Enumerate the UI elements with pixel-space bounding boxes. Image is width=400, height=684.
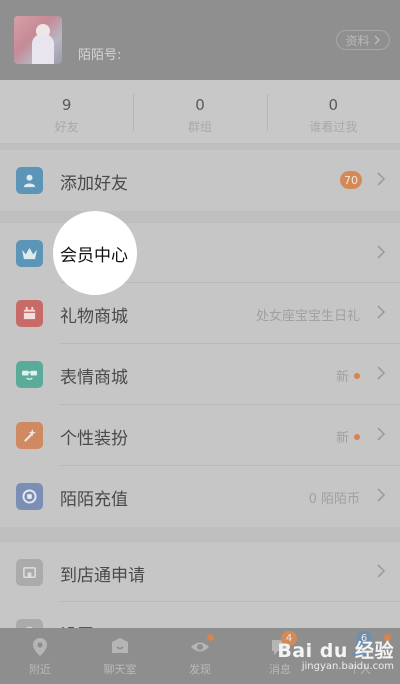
- tab-discover[interactable]: 发现: [160, 628, 240, 684]
- menu-item-add-friend[interactable]: 添加好友 70: [0, 150, 400, 211]
- menu-item-store-apply[interactable]: 到店通申请: [0, 541, 400, 602]
- menu-item-personal-style[interactable]: 个性装扮 新: [0, 405, 400, 466]
- gift-calendar-icon: [16, 300, 43, 327]
- stat-groups[interactable]: 0 群组: [133, 80, 266, 143]
- menu-item-sticker-mall[interactable]: 表情商城 新: [0, 344, 400, 405]
- stat-value: 0: [328, 96, 339, 114]
- menu-label: 到店通申请: [60, 566, 145, 586]
- new-dot: [354, 433, 360, 440]
- watermark-brand: Bai du 经验: [277, 640, 394, 662]
- chevron-right-icon: [377, 488, 386, 502]
- chevron-right-icon: [377, 245, 386, 259]
- menu-label: 礼物商城: [60, 307, 128, 327]
- menu-item-gift-mall[interactable]: 礼物商城 处女座宝宝生日礼: [0, 283, 400, 344]
- new-tag: 新: [335, 431, 349, 446]
- menu-subtext: 处女座宝宝生日礼: [256, 305, 360, 324]
- stat-value: 9: [61, 96, 72, 114]
- chevron-right-icon: [377, 366, 386, 380]
- menu-subtext: 0 陌陌币: [309, 488, 360, 507]
- chevron-right-icon: [377, 564, 386, 578]
- menu-item-recharge[interactable]: 陌陌充值 0 陌陌币: [0, 466, 400, 527]
- chevron-right-icon: [377, 427, 386, 441]
- profile-header[interactable]: 陌陌号: 资料: [0, 0, 400, 80]
- tab-label: 附近: [29, 663, 51, 676]
- avatar[interactable]: [14, 16, 62, 64]
- stat-visitors[interactable]: 0 谁看过我: [266, 80, 400, 143]
- baidu-watermark: Bai du 经验 jingyan.baidu.com: [277, 636, 394, 672]
- tab-label: 发现: [189, 663, 211, 676]
- tab-label: 聊天室: [103, 663, 137, 676]
- profile-button[interactable]: 资料: [336, 30, 390, 50]
- new-tag: 新: [335, 370, 349, 385]
- crown-icon: [16, 240, 43, 267]
- section-gap: [0, 527, 400, 541]
- menu-label: 添加好友: [60, 174, 128, 194]
- gift-promo-text: 处女座宝宝生日礼: [255, 309, 360, 324]
- chat-room-icon: [112, 638, 128, 653]
- sunglasses-face-icon: [16, 361, 43, 388]
- chevron-right-icon: [377, 172, 386, 186]
- chevron-right-icon: [373, 35, 380, 45]
- profile-button-label: 资料: [345, 33, 370, 48]
- tab-nearby[interactable]: 附近: [0, 628, 80, 684]
- menu-label: 会员中心: [60, 246, 128, 266]
- coin-icon: [16, 483, 43, 510]
- new-friend-badge: 70: [340, 171, 362, 189]
- stat-value: 0: [195, 96, 205, 114]
- magic-wand-icon: [16, 422, 43, 449]
- menu-label: 陌陌充值: [60, 490, 128, 510]
- coin-balance: 0 陌陌币: [308, 492, 360, 507]
- menu-label: 表情商城: [60, 368, 128, 388]
- menu-label: 个性装扮: [60, 429, 128, 449]
- tab-chat-room[interactable]: 聊天室: [80, 628, 160, 684]
- stat-friends[interactable]: 9 好友: [0, 80, 133, 143]
- new-dot: [354, 372, 360, 379]
- location-pin-icon: [33, 638, 47, 656]
- stat-label: 谁看过我: [309, 120, 358, 134]
- avatar-figure: [32, 34, 54, 64]
- stat-label: 好友: [54, 120, 79, 134]
- chevron-right-icon: [377, 305, 386, 319]
- stats-bar: 9 好友 0 群组 0 谁看过我: [0, 80, 400, 144]
- momo-id-label: 陌陌号:: [78, 48, 122, 63]
- menu-subtext: 新: [336, 427, 360, 446]
- discover-dot: [207, 634, 214, 641]
- menu-subtext: 新: [336, 366, 360, 385]
- stat-label: 群组: [187, 120, 212, 134]
- person-icon: [16, 167, 43, 194]
- store-icon: [16, 559, 43, 586]
